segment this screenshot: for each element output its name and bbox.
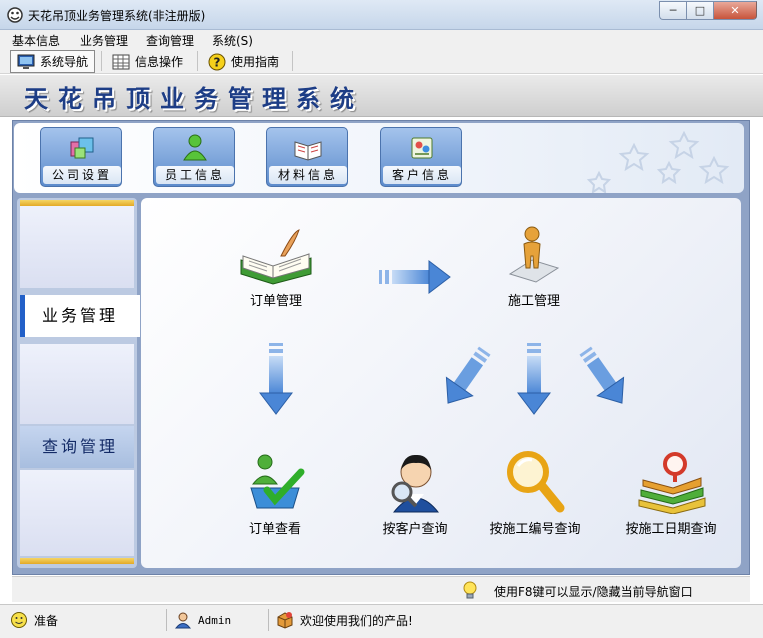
toolbar: 系统导航 信息操作 ? 使用指南: [0, 48, 763, 74]
status-separator: [166, 609, 167, 631]
arrow-down-left-icon: [445, 346, 491, 404]
node-label: 订单管理: [249, 294, 302, 309]
user-icon: [174, 612, 192, 629]
status-bar: 准备 Admin 欢迎使用我们的产品!: [0, 604, 763, 638]
sidebar-panel: [20, 206, 134, 288]
quick-button-label: 客户信息: [383, 166, 461, 184]
sidebar-divider: [20, 558, 134, 564]
sidebar-panel: [20, 344, 134, 424]
menu-business-management[interactable]: 业务管理: [80, 32, 128, 49]
window-title: 天花吊顶业务管理系统(非注册版): [28, 9, 206, 23]
help-icon: ?: [208, 53, 226, 70]
tool-label: 信息操作: [135, 55, 184, 69]
magnifier-icon: [507, 451, 565, 513]
product-box-icon: [277, 612, 293, 629]
order-book-quill-icon: [240, 229, 312, 285]
toolbar-separator: [101, 51, 102, 71]
close-button[interactable]: ✕: [713, 1, 757, 20]
star-decoration-icon: [586, 130, 730, 193]
sidebar-tab-business-management[interactable]: 业务管理: [20, 295, 140, 337]
arrow-down-right-icon: [579, 346, 625, 404]
sidebar-tab-query-management[interactable]: 查询管理: [20, 426, 134, 468]
status-welcome-text: 欢迎使用我们的产品!: [300, 613, 413, 628]
toolbar-separator: [292, 51, 293, 71]
books-search-icon: [638, 452, 706, 514]
menu-query-management[interactable]: 查询管理: [146, 32, 194, 49]
menu-system[interactable]: 系统(S): [212, 32, 253, 49]
lightbulb-icon: [463, 581, 477, 599]
company-settings-icon: [70, 137, 94, 159]
tool-label: 系统导航: [40, 55, 89, 69]
arrow-down-icon: [517, 343, 551, 415]
company-settings-button[interactable]: 公司设置: [40, 127, 122, 187]
status-username: Admin: [198, 613, 232, 627]
toolbar-separator: [197, 51, 198, 71]
status-ready: 准备: [10, 609, 58, 631]
tool-system-navigation[interactable]: 系统导航: [10, 50, 96, 73]
order-query-node[interactable]: 订单查看: [237, 450, 313, 537]
monitor-icon: [17, 54, 35, 69]
customer-icon: [411, 137, 433, 159]
customer-info-button[interactable]: 客户信息: [380, 127, 462, 187]
node-label: 施工管理: [507, 294, 560, 309]
node-label: 按施工日期查询: [625, 522, 717, 537]
construction-management-node[interactable]: 施工管理: [486, 224, 582, 309]
material-book-icon: [294, 141, 322, 161]
hint-bar: 使用F8键可以显示/隐藏当前导航窗口: [12, 576, 750, 602]
workflow-panel: 订单管理 施工管理 订单查看 按客户查询 按施工编号查询 按施工日期查询: [141, 198, 741, 568]
app-banner: 天花吊顶业务管理系统: [0, 75, 763, 117]
quick-button-label: 公司设置: [43, 166, 121, 184]
status-user: Admin: [174, 609, 231, 631]
customer-search-icon: [391, 454, 440, 513]
menu-basic-info[interactable]: 基本信息: [12, 32, 60, 49]
order-management-node[interactable]: 订单管理: [237, 228, 315, 309]
construction-person-icon: [508, 226, 560, 283]
window-controls: ─ □ ✕: [659, 1, 757, 20]
quick-button-label: 材料信息: [269, 166, 347, 184]
quick-button-label: 员工信息: [156, 166, 234, 184]
maximize-button[interactable]: □: [686, 1, 713, 20]
node-label: 按施工编号查询: [489, 522, 581, 537]
query-by-construction-number-node[interactable]: 按施工编号查询: [479, 448, 591, 537]
status-welcome: 欢迎使用我们的产品!: [276, 609, 413, 631]
node-label: 按客户查询: [382, 522, 448, 537]
menu-bar: 基本信息 业务管理 查询管理 系统(S): [0, 30, 763, 48]
tool-user-guide[interactable]: ? 使用指南: [202, 50, 285, 73]
query-by-construction-date-node[interactable]: 按施工日期查询: [613, 448, 729, 537]
quick-button-bar: 公司设置 员工信息 材料信息 客户信息: [14, 123, 744, 193]
query-by-customer-node[interactable]: 按客户查询: [363, 448, 467, 537]
navigation-sidebar: 业务管理 查询管理: [17, 198, 140, 568]
order-check-icon: [250, 454, 305, 509]
minimize-button[interactable]: ─: [659, 1, 686, 20]
tool-label: 使用指南: [231, 55, 280, 69]
employee-icon: [183, 134, 207, 161]
svg-text:?: ?: [214, 55, 221, 69]
status-state: 准备: [34, 613, 59, 628]
banner-title: 天花吊顶业务管理系统: [24, 84, 364, 113]
employee-info-button[interactable]: 员工信息: [153, 127, 235, 187]
arrow-down-icon: [259, 343, 293, 415]
sidebar-panel: [20, 470, 134, 556]
title-bar: 天花吊顶业务管理系统(非注册版) ─ □ ✕: [0, 0, 763, 30]
node-label: 订单查看: [248, 522, 301, 537]
status-separator: [268, 609, 269, 631]
smiley-icon: [11, 612, 27, 628]
hint-text: 使用F8键可以显示/隐藏当前导航窗口: [494, 585, 693, 599]
app-logo-icon: [7, 7, 23, 23]
arrow-right-icon: [379, 260, 451, 294]
tool-info-operation[interactable]: 信息操作: [106, 50, 189, 73]
material-info-button[interactable]: 材料信息: [266, 127, 348, 187]
grid-icon: [112, 54, 130, 69]
